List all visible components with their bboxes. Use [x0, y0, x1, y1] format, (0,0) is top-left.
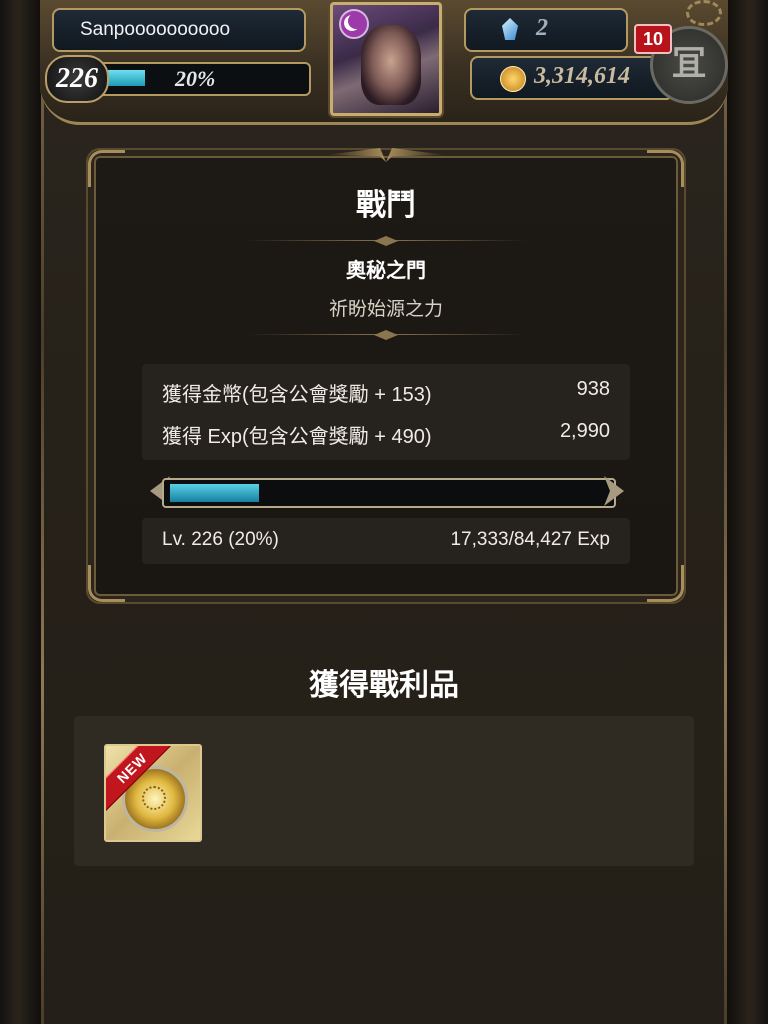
gem-count: 2: [536, 15, 548, 41]
battle-title: 戰鬥: [356, 188, 416, 223]
left-frame: [0, 0, 46, 1024]
player-level-badge: 226: [45, 55, 109, 103]
coin-count: 3,314,614: [534, 63, 630, 89]
corner-ornament: [88, 565, 125, 602]
reward-row-gold: 獲得金幣(包含公會獎勵 + 153) 938: [162, 378, 610, 408]
exp-text: 17,333/84,427 Exp: [450, 529, 610, 550]
dungeon-name: 奧秘之門: [346, 258, 426, 282]
gem-counter[interactable]: 2: [464, 8, 628, 52]
player-name-plate[interactable]: Sanpoooooooooo: [52, 8, 306, 52]
corner-ornament: [647, 565, 684, 602]
loot-title: 獲得戰利品: [309, 668, 459, 703]
exp-progress-fill: [170, 484, 259, 502]
level-progress-text: 20%: [175, 66, 216, 91]
ornate-divider: [246, 236, 526, 246]
player-name: Sanpoooooooooo: [80, 19, 231, 40]
loot-item[interactable]: NEW: [104, 744, 202, 842]
rewards-summary: 獲得金幣(包含公會獎勵 + 153) 938 獲得 Exp(包含公會獎勵 + 4…: [142, 364, 630, 460]
gold-coin-icon: [500, 66, 526, 92]
reward-label: 獲得 Exp(包含公會獎勵 + 490): [162, 426, 432, 448]
reward-value: 938: [576, 378, 610, 400]
right-frame: [722, 0, 768, 1024]
level-progress-fill: [107, 70, 145, 86]
level-summary: Lv. 226 (20%) 17,333/84,427 Exp: [142, 518, 630, 564]
reward-value: 2,990: [559, 420, 610, 442]
notification-badge: 10: [634, 24, 672, 54]
reward-row-exp: 獲得 Exp(包含公會獎勵 + 490) 2,990: [162, 420, 610, 450]
moon-emblem-icon: [339, 9, 369, 39]
dungeon-subtitle: 祈盼始源之力: [328, 298, 443, 320]
coin-counter[interactable]: 3,314,614: [470, 56, 674, 100]
crystal-gem-icon: [502, 18, 518, 40]
battle-result-card: 戰鬥 奧秘之門 祈盼始源之力 獲得金幣(包含公會獎勵 + 153) 938 獲得…: [88, 148, 684, 602]
ornate-divider: [246, 330, 526, 340]
level-text: Lv. 226 (20%): [162, 529, 279, 550]
character-portrait: [361, 25, 421, 105]
reward-label: 獲得金幣(包含公會獎勵 + 153): [162, 384, 432, 406]
loot-list: NEW: [74, 716, 694, 866]
exp-progress-bar: [162, 478, 616, 508]
gear-ornament-icon: [686, 0, 722, 26]
player-avatar[interactable]: [330, 2, 442, 116]
level-progress-bar: 20%: [95, 62, 311, 96]
